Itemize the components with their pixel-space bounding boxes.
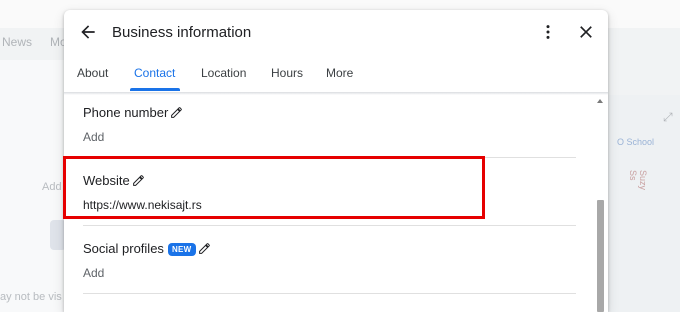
website-highlight-box (63, 156, 485, 219)
phone-number-label-text: Phone number (83, 105, 169, 120)
edit-social-profiles-button[interactable] (198, 242, 211, 258)
back-button[interactable] (78, 22, 98, 42)
social-profiles-label-text: Social profiles (83, 241, 164, 256)
dialog-title: Business information (112, 24, 252, 41)
close-button[interactable] (576, 22, 596, 42)
active-tab-indicator (130, 88, 180, 91)
background-map (608, 95, 680, 312)
tab-contact[interactable]: Contact (134, 66, 175, 80)
background-road-label: Suzy Ss (628, 170, 648, 191)
new-badge: NEW (167, 243, 196, 257)
edit-phone-number-button[interactable] (170, 106, 183, 122)
tab-location[interactable]: Location (201, 66, 246, 80)
phone-number-add[interactable]: Add (83, 130, 104, 144)
dialog-header: Business information (64, 10, 608, 54)
background-expand-icon: ⤢ (663, 110, 673, 124)
phone-number-label: Phone number (83, 105, 183, 122)
arrow-back-icon (81, 25, 95, 39)
tab-more[interactable]: More (326, 66, 353, 80)
more-vert-icon (546, 25, 550, 39)
tab-about[interactable]: About (77, 66, 108, 80)
tab-bar: About Contact Location Hours More (64, 62, 608, 92)
background-tab-news: News (2, 35, 33, 49)
social-profiles-label: Social profiles NEW (83, 241, 211, 258)
scrollbar-thumb[interactable] (597, 200, 604, 312)
scroll-up-arrow-icon[interactable] (597, 99, 603, 103)
tab-hours[interactable]: Hours (271, 66, 303, 80)
background-map-label: O School (617, 137, 655, 147)
close-icon (580, 26, 592, 38)
divider (83, 293, 576, 294)
background-address-text: Add (42, 181, 62, 193)
background-note-text: ay not be vis (0, 291, 62, 303)
pencil-icon (198, 242, 210, 254)
scrollbar[interactable] (594, 96, 606, 312)
pencil-icon (171, 106, 183, 118)
divider (83, 225, 576, 226)
social-profiles-add[interactable]: Add (83, 266, 104, 280)
more-options-button[interactable] (538, 22, 558, 42)
